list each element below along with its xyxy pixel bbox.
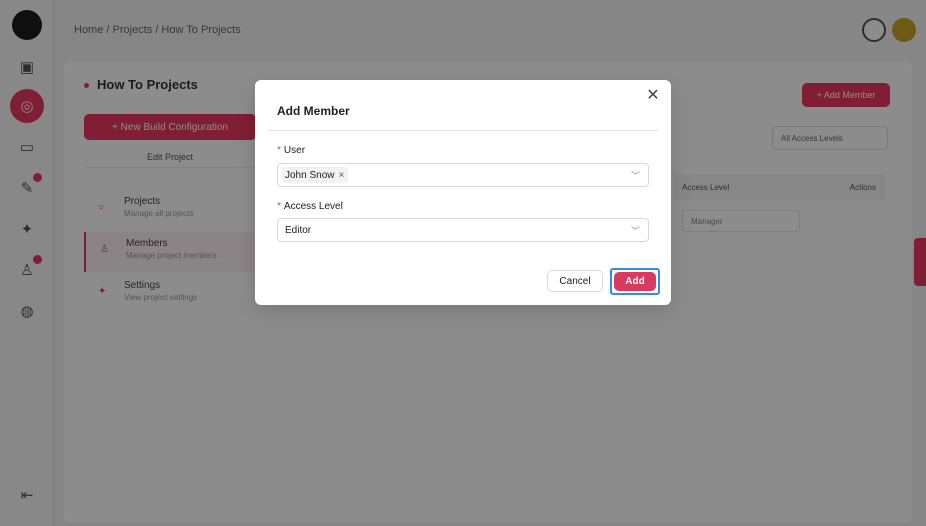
- cancel-button[interactable]: Cancel: [547, 270, 603, 292]
- access-level-value: Editor: [285, 225, 312, 236]
- chevron-down-icon: ﹀: [630, 226, 640, 236]
- add-member-modal: Add Member ✕ * User John Snow × ﹀ * Access…: [255, 80, 671, 305]
- required-mark: *: [277, 201, 281, 212]
- add-button[interactable]: Add: [614, 272, 656, 291]
- add-button-focus-ring: Add: [610, 268, 660, 295]
- access-level-label: * Access Level: [277, 201, 343, 212]
- selected-user-tag: John Snow ×: [282, 167, 349, 183]
- remove-tag-icon[interactable]: ×: [338, 170, 344, 181]
- chevron-down-icon: ﹀: [630, 171, 640, 181]
- required-mark: *: [277, 145, 281, 156]
- close-icon[interactable]: ✕: [645, 88, 661, 104]
- divider: [268, 130, 658, 131]
- access-level-label-text: Access Level: [283, 201, 343, 212]
- user-label-text: User: [283, 145, 306, 156]
- access-level-select[interactable]: Editor ﹀: [277, 218, 649, 242]
- modal-title: Add Member: [277, 104, 350, 118]
- tag-label: John Snow: [285, 169, 335, 181]
- user-label: * User: [277, 145, 305, 156]
- user-select[interactable]: John Snow × ﹀: [277, 163, 649, 187]
